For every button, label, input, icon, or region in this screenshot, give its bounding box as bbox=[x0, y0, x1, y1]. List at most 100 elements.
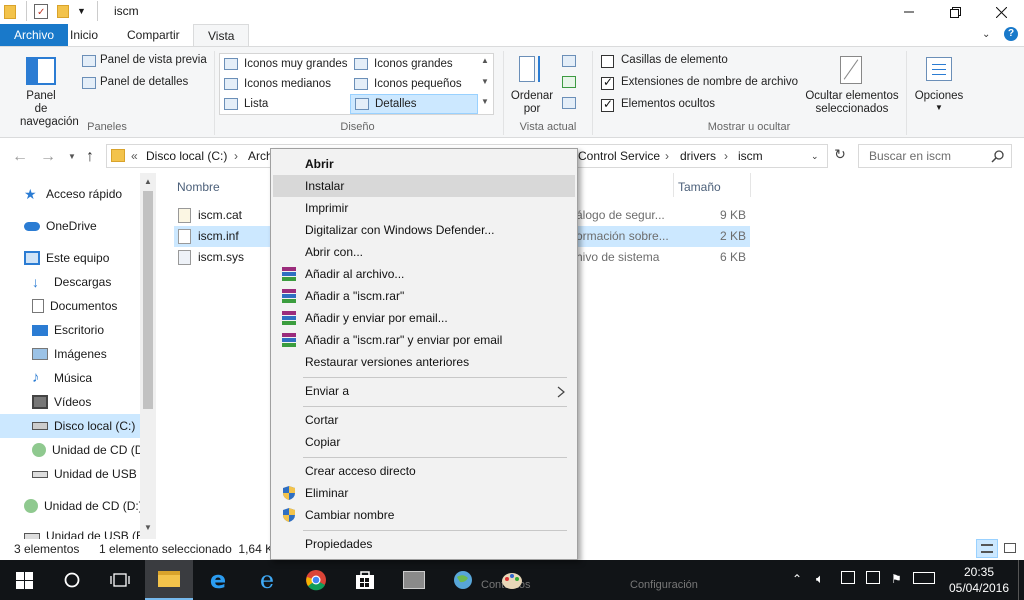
file-extensions-checkbox[interactable] bbox=[601, 75, 614, 90]
close-button[interactable] bbox=[978, 0, 1024, 24]
sort-by-button[interactable]: Ordenar por bbox=[509, 90, 555, 116]
tab-compartir[interactable]: Compartir bbox=[113, 24, 194, 46]
breadcrumb-control-service[interactable]: Control Service bbox=[578, 149, 660, 163]
hidden-items-checkbox[interactable] bbox=[601, 97, 614, 112]
quick-access-toolbar-dropdown-icon[interactable]: ▼ bbox=[77, 6, 86, 16]
driver-installer-taskbar-button[interactable] bbox=[390, 560, 438, 600]
nav-item-onedrive[interactable]: OneDrive bbox=[0, 214, 142, 238]
nav-item-pictures[interactable]: Imágenes bbox=[0, 342, 142, 366]
layout-list[interactable]: Lista bbox=[220, 94, 350, 114]
show-desktop-button[interactable] bbox=[1018, 560, 1024, 600]
nav-item-local-disk[interactable]: Disco local (C:) bbox=[0, 414, 142, 438]
paint-taskbar-button[interactable] bbox=[488, 560, 536, 600]
menu-item-add-to-rar[interactable]: Añadir a "iscm.rar" bbox=[273, 285, 575, 307]
layout-extra-large-icons[interactable]: Iconos muy grandes bbox=[220, 54, 350, 74]
navigation-scrollbar[interactable]: ▲ ▼ bbox=[140, 173, 156, 539]
menu-item-open-with[interactable]: Abrir con... bbox=[273, 241, 575, 263]
volume-icon[interactable]: 🔈︎ bbox=[816, 571, 824, 587]
tab-vista[interactable]: Vista bbox=[193, 24, 250, 46]
minimize-button[interactable] bbox=[886, 0, 932, 24]
breadcrumb-overflow[interactable]: « bbox=[131, 149, 138, 163]
maximize-button[interactable] bbox=[932, 0, 978, 24]
nav-item-music[interactable]: ♪ Música bbox=[0, 366, 142, 390]
options-button[interactable]: Opciones bbox=[914, 90, 964, 102]
scrollbar-thumb[interactable] bbox=[143, 191, 153, 409]
chrome-taskbar-button[interactable] bbox=[292, 560, 340, 600]
layout-small-icons[interactable]: Iconos pequeños bbox=[350, 74, 480, 94]
menu-item-add-and-email[interactable]: Añadir y enviar por email... bbox=[273, 307, 575, 329]
keyboard-icon[interactable] bbox=[913, 572, 935, 584]
action-center-icon[interactable] bbox=[866, 571, 880, 584]
menu-item-cut[interactable]: Cortar bbox=[273, 409, 575, 431]
menu-item-print[interactable]: Imprimir bbox=[273, 197, 575, 219]
show-hidden-icons-icon[interactable]: ⌃ bbox=[792, 572, 802, 586]
menu-item-delete[interactable]: Eliminar bbox=[273, 482, 575, 504]
layout-large-icons[interactable]: Iconos grandes bbox=[350, 54, 480, 74]
nav-item-downloads[interactable]: ↓ Descargas bbox=[0, 270, 142, 294]
scroll-down-icon[interactable]: ▼ bbox=[144, 523, 152, 532]
task-view-button[interactable] bbox=[96, 560, 144, 600]
network-icon[interactable] bbox=[841, 571, 855, 584]
menu-item-open[interactable]: Abrir bbox=[273, 153, 575, 175]
internet-explorer-taskbar-button[interactable]: e bbox=[243, 560, 291, 600]
gallery-scroll-up-icon[interactable]: ▲ bbox=[481, 56, 489, 65]
menu-item-scan-defender[interactable]: Digitalizar con Windows Defender... bbox=[273, 219, 575, 241]
clock[interactable]: 20:35 05/04/2016 bbox=[944, 564, 1014, 596]
add-columns-icon[interactable] bbox=[562, 76, 576, 88]
properties-icon[interactable]: ✓ bbox=[34, 4, 48, 19]
nav-item-quick-access[interactable]: ★ Acceso rápido bbox=[0, 182, 142, 206]
address-history-dropdown-icon[interactable]: ⌄ bbox=[811, 151, 819, 162]
nav-item-this-pc[interactable]: Este equipo bbox=[0, 246, 142, 270]
gallery-expand-icon[interactable]: ▼ bbox=[481, 97, 489, 106]
search-input[interactable]: Buscar en iscm bbox=[858, 144, 1012, 168]
nav-item-usb-drive[interactable]: Unidad de USB ( bbox=[0, 462, 142, 486]
tab-inicio[interactable]: Inicio bbox=[56, 24, 112, 46]
menu-item-rename[interactable]: Cambiar nombre bbox=[273, 504, 575, 526]
search-icon[interactable] bbox=[991, 150, 1004, 163]
nav-item-videos[interactable]: Vídeos bbox=[0, 390, 142, 414]
nav-item-usb-drive-root[interactable]: Unidad de USB (E: bbox=[0, 524, 142, 539]
scroll-up-icon[interactable]: ▲ bbox=[144, 177, 152, 186]
details-pane-button[interactable]: Panel de detalles bbox=[100, 76, 188, 88]
breadcrumb-disco-local[interactable]: Disco local (C:) bbox=[146, 149, 227, 163]
refresh-icon[interactable]: ↻ bbox=[830, 146, 850, 166]
group-by-icon[interactable] bbox=[562, 55, 576, 67]
details-view-button[interactable] bbox=[976, 539, 998, 558]
preview-pane-button[interactable]: Panel de vista previa bbox=[100, 54, 207, 66]
menu-item-restore-previous-versions[interactable]: Restaurar versiones anteriores bbox=[273, 351, 575, 373]
start-button[interactable] bbox=[0, 560, 48, 600]
breadcrumb-iscm[interactable]: iscm bbox=[738, 149, 763, 163]
breadcrumb-drivers[interactable]: drivers bbox=[680, 149, 716, 163]
flag-icon[interactable]: ⚑ bbox=[891, 572, 902, 586]
collapse-ribbon-icon[interactable]: ⌄ bbox=[982, 29, 990, 40]
navigation-pane-icon[interactable] bbox=[26, 57, 56, 85]
options-dropdown-icon[interactable]: ▼ bbox=[935, 103, 943, 112]
menu-item-add-to-archive[interactable]: Añadir al archivo... bbox=[273, 263, 575, 285]
size-columns-icon[interactable] bbox=[562, 97, 576, 109]
forward-arrow-icon[interactable]: → bbox=[40, 148, 56, 166]
store-taskbar-button[interactable] bbox=[341, 560, 389, 600]
nav-item-cd-drive-root[interactable]: Unidad de CD (D:) bbox=[0, 494, 142, 518]
help-icon[interactable]: ? bbox=[1004, 27, 1018, 41]
nav-item-cd-drive[interactable]: Unidad de CD (D bbox=[0, 438, 142, 462]
layout-details[interactable]: Detalles bbox=[350, 94, 478, 114]
nav-item-desktop[interactable]: Escritorio bbox=[0, 318, 142, 342]
breadcrumb-arch[interactable]: Arch bbox=[248, 149, 273, 163]
item-checkboxes-checkbox[interactable] bbox=[601, 55, 614, 68]
menu-item-install[interactable]: Instalar bbox=[273, 175, 575, 197]
new-folder-icon[interactable] bbox=[57, 5, 69, 18]
network-app-taskbar-button[interactable] bbox=[439, 560, 487, 600]
up-arrow-icon[interactable]: ↑ bbox=[86, 148, 94, 166]
column-header-size[interactable]: Tamaño bbox=[678, 180, 721, 194]
nav-item-documents[interactable]: Documentos bbox=[0, 294, 142, 318]
menu-item-copy[interactable]: Copiar bbox=[273, 431, 575, 453]
recent-locations-icon[interactable]: ▼ bbox=[68, 152, 76, 161]
gallery-scroll-down-icon[interactable]: ▼ bbox=[481, 77, 489, 86]
menu-item-send-to[interactable]: Enviar a bbox=[273, 380, 575, 402]
menu-item-properties[interactable]: Propiedades bbox=[273, 533, 575, 555]
edge-taskbar-button[interactable]: e bbox=[194, 560, 242, 600]
menu-item-add-to-rar-and-email[interactable]: Añadir a "iscm.rar" y enviar por email bbox=[273, 329, 575, 351]
menu-item-create-shortcut[interactable]: Crear acceso directo bbox=[273, 460, 575, 482]
back-arrow-icon[interactable]: ← bbox=[12, 148, 28, 166]
cortana-button[interactable] bbox=[48, 560, 96, 600]
